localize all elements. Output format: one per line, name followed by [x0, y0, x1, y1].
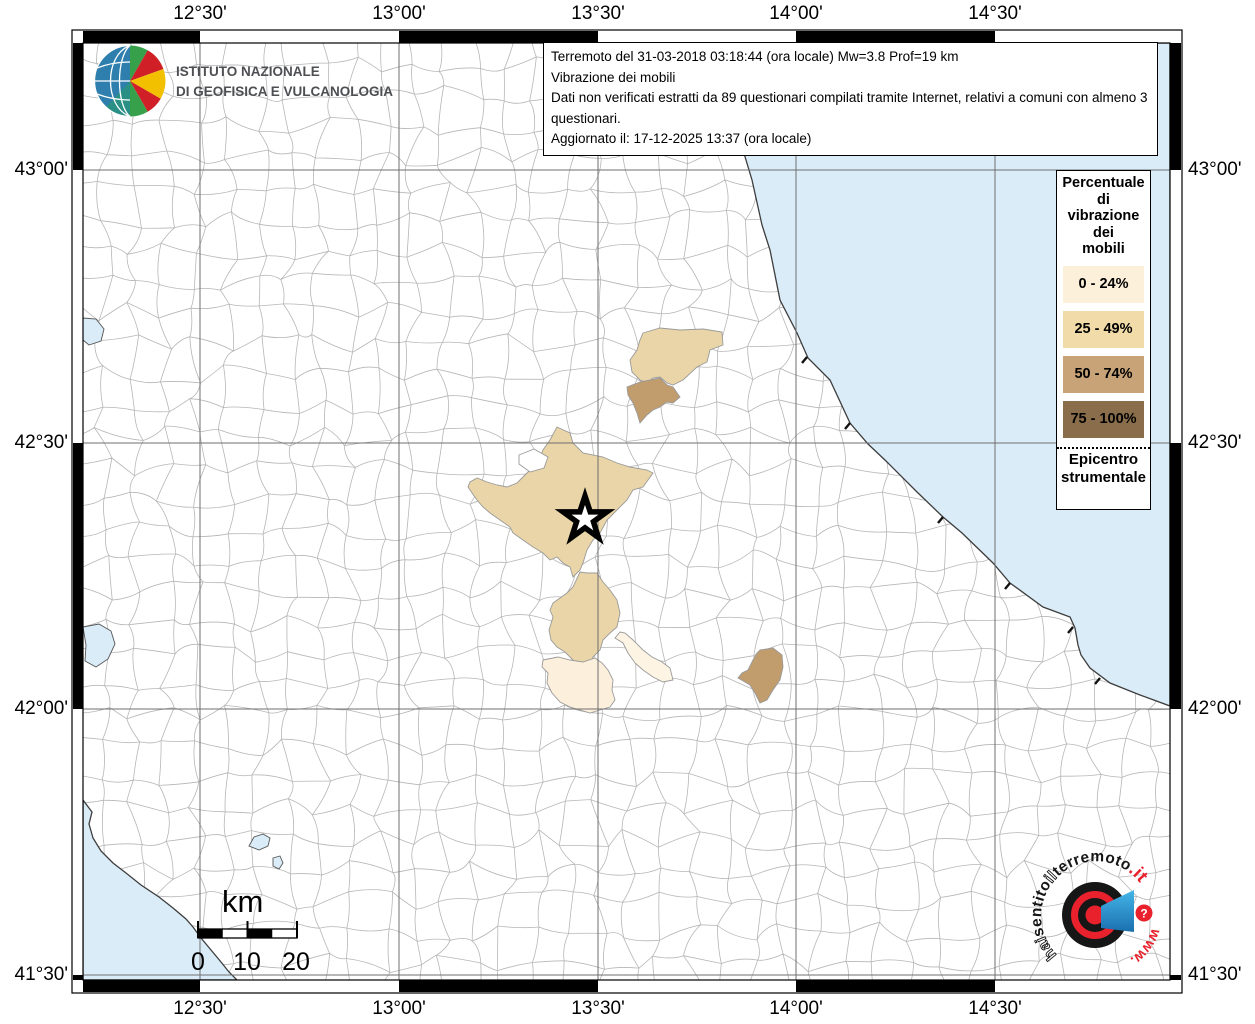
region-0-24-4 [541, 656, 616, 714]
scale-bar [197, 921, 298, 939]
axis-bottom-14°00': 14°00' [769, 998, 823, 1019]
ingv-wordmark: ISTITUTO NAZIONALE DI GEOFISICA E VULCAN… [176, 62, 393, 102]
hsit-intensity-map-page: ? haisentitoilterremoto.it www. Terremot… [0, 0, 1255, 1024]
svg-text:www.: www. [1127, 926, 1164, 969]
haisentitoilterremoto-logo: ? haisentitoilterremoto.it www. [1028, 848, 1164, 969]
legend-epicenter-label: Epicentro strumentale [1060, 450, 1147, 486]
axis-top-13°00': 13°00' [372, 3, 426, 24]
ingv-globe-logo [93, 44, 166, 118]
axis-bottom-14°30': 14°30' [968, 998, 1022, 1019]
scale-bar-tick-10: 10 [233, 948, 261, 976]
region-25-49-1 [629, 327, 724, 386]
axis-left-41°30': 41°30' [14, 964, 69, 985]
legend-swatch-25-49: 25 - 49% [1063, 310, 1144, 348]
legend-swatch-75-100: 75 - 100% [1063, 400, 1144, 438]
scale-bar-tick-0: 0 [191, 948, 205, 976]
info-line-disclaimer: Dati non verificati estratti da 89 quest… [551, 90, 1148, 126]
axis-bottom-13°30': 13°30' [571, 998, 625, 1019]
question-mark: ? [1140, 907, 1147, 921]
info-line-map-type: Vibrazione dei mobili [551, 69, 676, 85]
scale-bar-unit: km [222, 884, 264, 919]
axis-left-42°30': 42°30' [14, 432, 69, 453]
axis-top-14°30': 14°30' [968, 3, 1022, 24]
legend-divider [1057, 446, 1150, 449]
vibration-percentage-regions [467, 327, 784, 714]
axis-left-43°00': 43°00' [14, 159, 69, 180]
info-line-updated: Aggiornato il: 17-12-2025 13:37 (ora loc… [551, 131, 812, 146]
axis-top-13°30': 13°30' [571, 3, 625, 24]
axis-right-43°00': 43°00' [1188, 159, 1242, 180]
lakes [83, 317, 284, 870]
legend-swatch-50-74: 50 - 74% [1063, 355, 1144, 393]
axis-bottom-12°30': 12°30' [173, 998, 227, 1019]
earthquake-info-box: Terremoto del 31-03-2018 03:18:44 (ora l… [543, 42, 1158, 156]
info-line-event: Terremoto del 31-03-2018 03:18:44 (ora l… [551, 49, 959, 64]
axis-left-42°00': 42°00' [14, 698, 69, 719]
scale-bar-tick-20: 20 [282, 948, 310, 976]
axis-bottom-13°00': 13°00' [372, 998, 426, 1019]
axis-top-14°00': 14°00' [769, 3, 823, 24]
legend-box: Percentuale di vibrazione dei mobili 0 -… [1056, 170, 1151, 510]
axis-right-41°30': 41°30' [1188, 964, 1242, 985]
ingv-line2: DI GEOFISICA E VULCANOLOGIA [176, 84, 394, 99]
axis-right-42°00': 42°00' [1188, 698, 1242, 719]
ingv-line1: ISTITUTO NAZIONALE [176, 64, 320, 79]
legend-swatch-0-24: 0 - 24% [1063, 265, 1144, 303]
region-50-74-6 [737, 647, 784, 704]
axis-top-12°30': 12°30' [173, 3, 227, 24]
legend-title: Percentuale di vibrazione dei mobili [1062, 175, 1145, 257]
axis-right-42°30': 42°30' [1188, 432, 1242, 453]
sea-and-coastline [83, 43, 1170, 980]
